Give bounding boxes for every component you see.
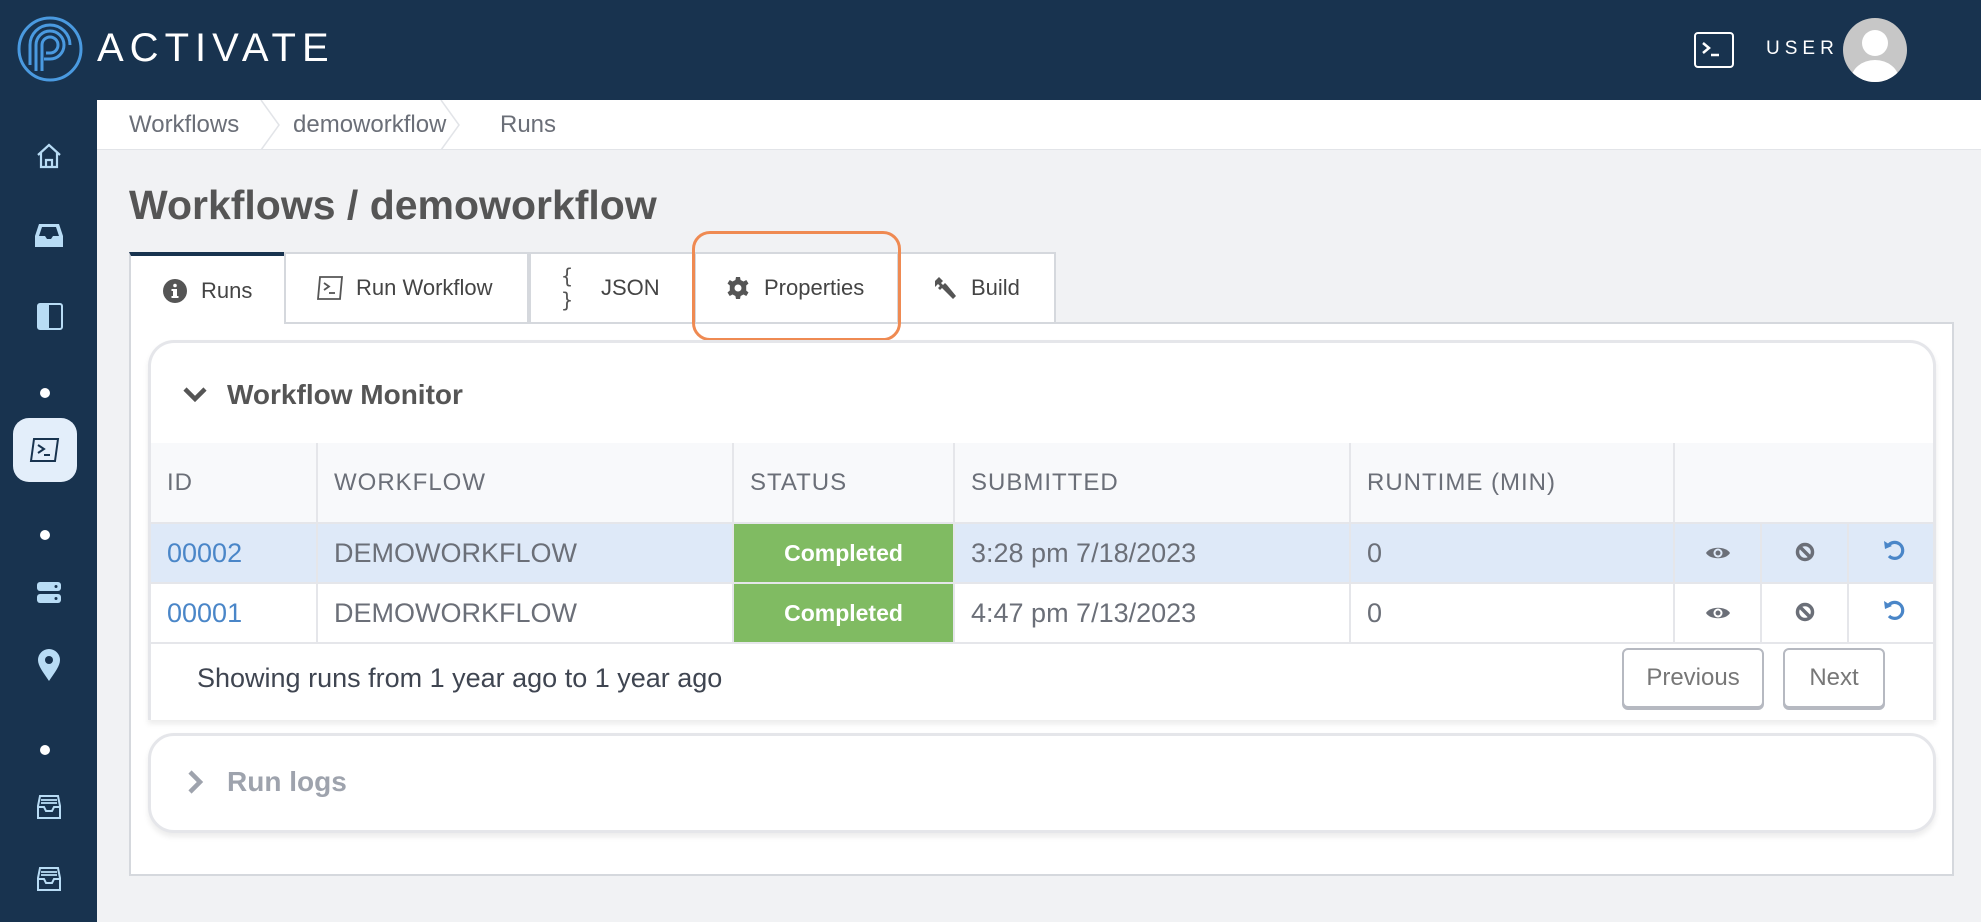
table-row[interactable]: 00001 DEMOWORKFLOW Completed 4:47 pm 7/1…: [151, 583, 1933, 644]
tab-label: Build: [971, 275, 1020, 300]
tab-label: Run Workflow: [356, 275, 493, 300]
previous-button[interactable]: Previous: [1622, 648, 1764, 708]
info-circle-icon: [161, 277, 189, 305]
workflow-monitor-title: Workflow Monitor: [227, 379, 463, 410]
wrench-icon: [931, 274, 959, 302]
sidebar-separator-dot: [40, 530, 50, 540]
terminal-icon: [1702, 42, 1719, 57]
archive-icon: [36, 795, 61, 819]
sidebar-panel-icon: [36, 303, 63, 330]
run-logs-toggle[interactable]: Run logs: [181, 766, 347, 798]
properties-tab-highlight: [692, 231, 901, 341]
runs-range-text: Showing runs from 1 year ago to 1 year a…: [197, 663, 723, 693]
user-icon: [1851, 30, 1899, 82]
breadcrumb-separator-icon: [440, 100, 460, 150]
column-header-status[interactable]: STATUS: [733, 443, 955, 524]
tab-runs[interactable]: Runs: [129, 252, 284, 326]
sidebar-item-panel[interactable]: [0, 286, 97, 346]
chevron-down-icon: [183, 387, 207, 403]
tab-build[interactable]: Build: [899, 252, 1056, 322]
terminal-icon: [316, 274, 344, 302]
table-row[interactable]: 00002 DEMOWORKFLOW Completed 3:28 pm 7/1…: [151, 523, 1933, 584]
column-header-workflow[interactable]: WORKFLOW: [317, 443, 734, 524]
breadcrumb-runs: Runs: [500, 111, 557, 138]
run-id-link[interactable]: 00001: [167, 598, 242, 628]
status-badge: Completed: [733, 523, 955, 584]
ban-icon: [1795, 602, 1814, 621]
top-bar: ACTIVATE USER: [0, 0, 1981, 100]
rerun-button[interactable]: [1848, 523, 1933, 584]
server-icon: [36, 582, 61, 603]
submitted-cell: 4:47 pm 7/13/2023: [954, 583, 1351, 644]
sidebar: [0, 100, 97, 922]
runs-table: ID WORKFLOW STATUS SUBMITTED RUNTIME (MI…: [151, 443, 1933, 644]
undo-icon: [1884, 600, 1905, 620]
eye-icon: [1705, 547, 1730, 558]
sidebar-item-archive-2[interactable]: [0, 849, 97, 909]
inbox-icon: [34, 224, 63, 247]
sidebar-separator-dot: [40, 388, 50, 398]
tab-run-workflow[interactable]: Run Workflow: [284, 252, 529, 322]
tab-label: Runs: [201, 278, 253, 303]
next-button[interactable]: Next: [1783, 648, 1885, 708]
eye-icon: [1705, 607, 1730, 618]
tab-label: JSON: [601, 275, 660, 300]
run-id-link[interactable]: 00002: [167, 538, 242, 568]
chevron-right-icon: [188, 770, 204, 794]
workflow-cell: DEMOWORKFLOW: [317, 523, 734, 584]
sidebar-item-locations[interactable]: [0, 635, 97, 695]
workflow-cell: DEMOWORKFLOW: [317, 583, 734, 644]
sidebar-separator-dot: [40, 745, 50, 755]
sidebar-item-archive-1[interactable]: [0, 777, 97, 837]
archive-icon: [36, 867, 61, 891]
avatar[interactable]: [1843, 18, 1907, 82]
breadcrumb-separator-icon: [260, 100, 280, 150]
column-header-id[interactable]: ID: [151, 443, 318, 524]
sidebar-item-workflows[interactable]: [13, 418, 77, 482]
user-label[interactable]: USER: [1766, 38, 1839, 60]
workflow-monitor-toggle[interactable]: Workflow Monitor: [181, 379, 463, 411]
activate-logo-icon: [17, 16, 83, 82]
sidebar-item-home[interactable]: [0, 126, 97, 186]
cancel-button[interactable]: [1761, 583, 1849, 644]
breadcrumb: Workflows demoworkflow Runs: [97, 100, 1981, 150]
ban-icon: [1795, 542, 1814, 561]
brand-name: ACTIVATE: [97, 26, 335, 70]
rerun-button[interactable]: [1848, 583, 1933, 644]
submitted-cell: 3:28 pm 7/18/2023: [954, 523, 1351, 584]
undo-icon: [1884, 540, 1905, 560]
terminal-button[interactable]: [1694, 32, 1734, 68]
runtime-cell: 0: [1350, 523, 1675, 584]
view-button[interactable]: [1674, 523, 1762, 584]
sidebar-item-inbox[interactable]: [0, 206, 97, 266]
breadcrumb-demoworkflow[interactable]: demoworkflow: [293, 100, 446, 150]
column-header-actions: [1674, 443, 1933, 524]
run-logs-card: Run logs: [148, 733, 1936, 833]
breadcrumb-workflows[interactable]: Workflows: [129, 100, 239, 150]
run-id-cell: 00002: [151, 523, 318, 584]
map-pin-icon: [37, 649, 60, 681]
run-id-cell: 00001: [151, 583, 318, 644]
sidebar-item-storage[interactable]: [0, 563, 97, 623]
table-header-row: ID WORKFLOW STATUS SUBMITTED RUNTIME (MI…: [151, 443, 1933, 524]
braces-icon: { }: [561, 264, 574, 312]
tab-json[interactable]: { } JSON: [529, 252, 694, 322]
page-title: Workflows / demoworkflow: [129, 182, 657, 228]
home-icon: [36, 143, 61, 169]
workflow-monitor-card: Workflow Monitor ID WORKFLOW STATUS SUBM…: [148, 340, 1936, 720]
view-button[interactable]: [1674, 583, 1762, 644]
column-header-runtime[interactable]: RUNTIME (MIN): [1350, 443, 1675, 524]
column-header-submitted[interactable]: SUBMITTED: [954, 443, 1351, 524]
terminal-icon: [29, 438, 60, 462]
status-badge: Completed: [733, 583, 955, 644]
cancel-button[interactable]: [1761, 523, 1849, 584]
run-logs-title: Run logs: [227, 766, 347, 797]
runtime-cell: 0: [1350, 583, 1675, 644]
